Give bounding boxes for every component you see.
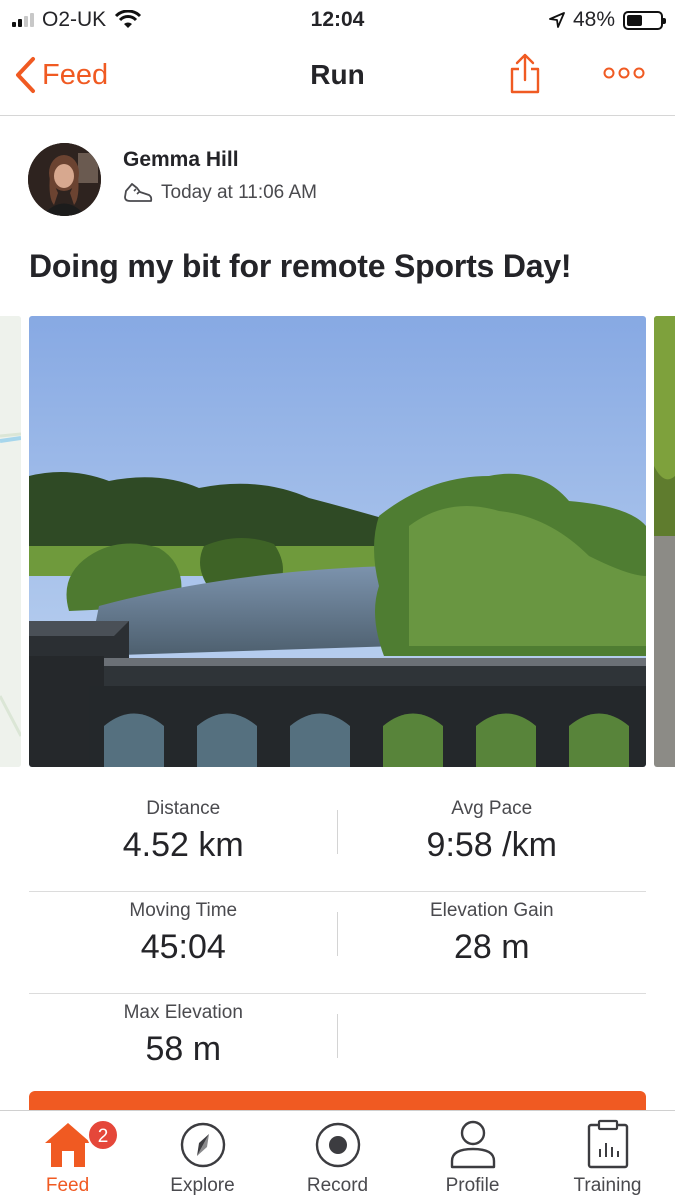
more-icon [603, 67, 645, 79]
activity-stats: Distance 4.52 km Avg Pace 9:58 /km Movin… [29, 790, 646, 1096]
stat-max-elevation: Max Elevation 58 m [29, 994, 338, 1096]
tab-record[interactable]: Record [270, 1111, 405, 1200]
tab-label: Explore [170, 1175, 235, 1196]
stat-avg-pace: Avg Pace 9:58 /km [338, 790, 647, 891]
clipboard-icon [587, 1119, 628, 1169]
nav-bar: Feed Run [0, 38, 675, 116]
stat-label: Avg Pace [451, 798, 533, 819]
stat-value: 28 m [453, 928, 530, 966]
stat-label: Max Elevation [123, 1002, 243, 1023]
media-carousel[interactable] [0, 316, 675, 767]
avatar[interactable] [28, 143, 101, 216]
activity-photo[interactable] [29, 316, 646, 767]
tab-label: Feed [45, 1175, 90, 1196]
stat-moving-time: Moving Time 45:04 [29, 892, 338, 993]
more-button[interactable] [603, 66, 645, 85]
battery-icon [623, 10, 666, 30]
stat-value: 58 m [145, 1030, 222, 1068]
stat-label: Moving Time [129, 900, 238, 921]
tab-label: Profile [445, 1175, 500, 1196]
tab-profile[interactable]: Profile [405, 1111, 540, 1200]
stat-elevation-gain: Elevation Gain 28 m [338, 892, 647, 993]
next-photo-thumbnail[interactable] [654, 316, 675, 767]
compass-icon [180, 1122, 225, 1168]
stat-row: Max Elevation 58 m [29, 994, 646, 1096]
tab-feed[interactable]: 2 Feed [0, 1111, 135, 1200]
notification-badge: 2 [87, 1119, 119, 1151]
tab-label: Training [573, 1175, 642, 1196]
stat-row: Moving Time 45:04 Elevation Gain 28 m [29, 892, 646, 994]
tab-explore[interactable]: Explore [135, 1111, 270, 1200]
activity-author: Gemma Hill Today at 11:06 AM [28, 143, 317, 216]
stat-value: 4.52 km [122, 826, 244, 864]
stat-label: Distance [146, 798, 221, 819]
battery-percent: 48% [572, 8, 615, 31]
author-name[interactable]: Gemma Hill [123, 148, 317, 172]
page-title: Run [310, 59, 365, 90]
share-icon [510, 53, 540, 94]
share-button[interactable] [508, 52, 542, 99]
tab-training[interactable]: Training [540, 1111, 675, 1200]
tab-label: Record [306, 1175, 369, 1196]
location-arrow-icon [549, 12, 565, 28]
stat-divider [337, 1014, 338, 1058]
shoe-icon [124, 182, 153, 202]
stat-distance: Distance 4.52 km [29, 790, 338, 891]
map-thumbnail[interactable] [0, 316, 21, 767]
activity-timestamp: Today at 11:06 AM [161, 181, 317, 203]
stat-row: Distance 4.52 km Avg Pace 9:58 /km [29, 790, 646, 892]
stat-value: 45:04 [140, 928, 226, 966]
tab-bar: 2 Feed Explore Record Profile Training [0, 1110, 675, 1200]
record-icon [315, 1122, 360, 1168]
profile-icon [450, 1120, 495, 1169]
stat-divider [337, 810, 338, 854]
activity-meta: Today at 11:06 AM [123, 182, 317, 204]
status-right: 48% [549, 8, 666, 32]
home-icon [44, 1123, 91, 1167]
status-bar: O2-UK 12:04 48% [0, 0, 675, 38]
stat-label: Elevation Gain [429, 900, 554, 921]
stat-value: 9:58 /km [426, 826, 557, 864]
activity-title: Doing my bit for remote Sports Day! [29, 248, 572, 284]
stat-divider [337, 912, 338, 956]
